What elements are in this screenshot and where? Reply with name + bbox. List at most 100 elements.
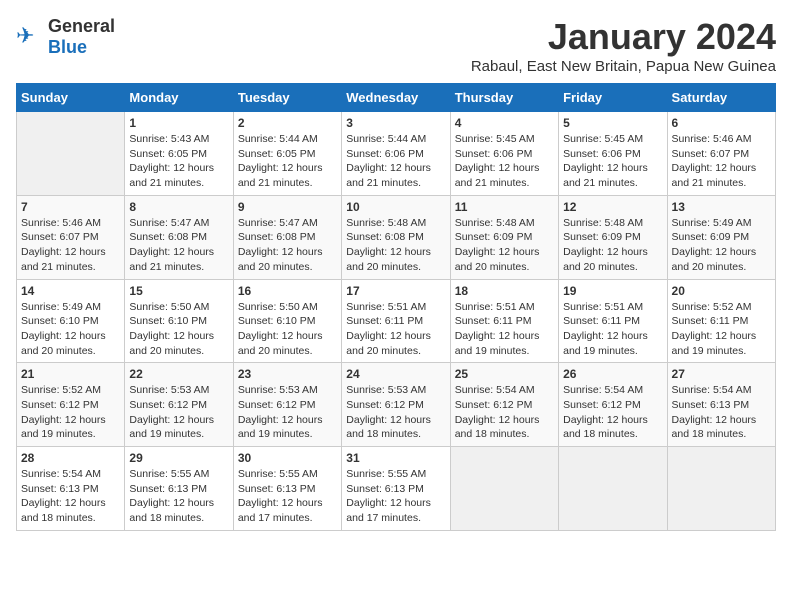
calendar-cell: 5 Sunrise: 5:45 AMSunset: 6:06 PMDayligh…: [559, 112, 667, 196]
cell-info: Sunrise: 5:49 AMSunset: 6:09 PMDaylight:…: [672, 216, 771, 275]
header: ✈ General Blue January 2024 Rabaul, East…: [16, 16, 776, 75]
calendar-cell: 7 Sunrise: 5:46 AMSunset: 6:07 PMDayligh…: [17, 195, 125, 279]
logo-blue: Blue: [48, 37, 87, 57]
calendar-cell: 4 Sunrise: 5:45 AMSunset: 6:06 PMDayligh…: [450, 112, 558, 196]
day-number: 2: [238, 116, 337, 130]
day-number: 5: [563, 116, 662, 130]
page-title: January 2024: [471, 16, 776, 58]
cell-info: Sunrise: 5:50 AMSunset: 6:10 PMDaylight:…: [129, 300, 228, 359]
day-number: 1: [129, 116, 228, 130]
day-number: 29: [129, 451, 228, 465]
calendar-cell: [559, 447, 667, 531]
calendar-cell: 1 Sunrise: 5:43 AMSunset: 6:05 PMDayligh…: [125, 112, 233, 196]
day-number: 31: [346, 451, 445, 465]
day-number: 7: [21, 200, 120, 214]
day-number: 13: [672, 200, 771, 214]
calendar-cell: 30 Sunrise: 5:55 AMSunset: 6:13 PMDaylig…: [233, 447, 341, 531]
day-number: 23: [238, 367, 337, 381]
calendar-week-1: 1 Sunrise: 5:43 AMSunset: 6:05 PMDayligh…: [17, 112, 776, 196]
day-number: 18: [455, 284, 554, 298]
header-row: SundayMondayTuesdayWednesdayThursdayFrid…: [17, 84, 776, 112]
cell-info: Sunrise: 5:54 AMSunset: 6:12 PMDaylight:…: [455, 383, 554, 442]
calendar-cell: [667, 447, 775, 531]
cell-info: Sunrise: 5:47 AMSunset: 6:08 PMDaylight:…: [238, 216, 337, 275]
calendar-cell: 13 Sunrise: 5:49 AMSunset: 6:09 PMDaylig…: [667, 195, 775, 279]
cell-info: Sunrise: 5:45 AMSunset: 6:06 PMDaylight:…: [563, 132, 662, 191]
calendar-cell: 12 Sunrise: 5:48 AMSunset: 6:09 PMDaylig…: [559, 195, 667, 279]
calendar-cell: 25 Sunrise: 5:54 AMSunset: 6:12 PMDaylig…: [450, 363, 558, 447]
calendar-week-5: 28 Sunrise: 5:54 AMSunset: 6:13 PMDaylig…: [17, 447, 776, 531]
cell-info: Sunrise: 5:55 AMSunset: 6:13 PMDaylight:…: [238, 467, 337, 526]
day-number: 11: [455, 200, 554, 214]
calendar-cell: 29 Sunrise: 5:55 AMSunset: 6:13 PMDaylig…: [125, 447, 233, 531]
header-cell-wednesday: Wednesday: [342, 84, 450, 112]
header-cell-thursday: Thursday: [450, 84, 558, 112]
calendar-cell: [450, 447, 558, 531]
day-number: 21: [21, 367, 120, 381]
calendar-week-4: 21 Sunrise: 5:52 AMSunset: 6:12 PMDaylig…: [17, 363, 776, 447]
day-number: 16: [238, 284, 337, 298]
calendar-cell: 18 Sunrise: 5:51 AMSunset: 6:11 PMDaylig…: [450, 279, 558, 363]
cell-info: Sunrise: 5:53 AMSunset: 6:12 PMDaylight:…: [346, 383, 445, 442]
day-number: 30: [238, 451, 337, 465]
cell-info: Sunrise: 5:48 AMSunset: 6:09 PMDaylight:…: [563, 216, 662, 275]
day-number: 6: [672, 116, 771, 130]
calendar-cell: 27 Sunrise: 5:54 AMSunset: 6:13 PMDaylig…: [667, 363, 775, 447]
cell-info: Sunrise: 5:44 AMSunset: 6:06 PMDaylight:…: [346, 132, 445, 191]
cell-info: Sunrise: 5:51 AMSunset: 6:11 PMDaylight:…: [455, 300, 554, 359]
cell-info: Sunrise: 5:51 AMSunset: 6:11 PMDaylight:…: [346, 300, 445, 359]
cell-info: Sunrise: 5:44 AMSunset: 6:05 PMDaylight:…: [238, 132, 337, 191]
cell-info: Sunrise: 5:48 AMSunset: 6:09 PMDaylight:…: [455, 216, 554, 275]
day-number: 9: [238, 200, 337, 214]
page-subtitle: Rabaul, East New Britain, Papua New Guin…: [471, 58, 776, 75]
calendar-cell: 21 Sunrise: 5:52 AMSunset: 6:12 PMDaylig…: [17, 363, 125, 447]
header-cell-sunday: Sunday: [17, 84, 125, 112]
calendar-cell: [17, 112, 125, 196]
header-cell-saturday: Saturday: [667, 84, 775, 112]
svg-text:✈: ✈: [16, 23, 34, 48]
calendar-cell: 3 Sunrise: 5:44 AMSunset: 6:06 PMDayligh…: [342, 112, 450, 196]
cell-info: Sunrise: 5:47 AMSunset: 6:08 PMDaylight:…: [129, 216, 228, 275]
cell-info: Sunrise: 5:51 AMSunset: 6:11 PMDaylight:…: [563, 300, 662, 359]
day-number: 26: [563, 367, 662, 381]
cell-info: Sunrise: 5:53 AMSunset: 6:12 PMDaylight:…: [129, 383, 228, 442]
calendar-week-3: 14 Sunrise: 5:49 AMSunset: 6:10 PMDaylig…: [17, 279, 776, 363]
logo-text: General Blue: [48, 16, 115, 58]
title-area: January 2024 Rabaul, East New Britain, P…: [471, 16, 776, 75]
calendar-cell: 2 Sunrise: 5:44 AMSunset: 6:05 PMDayligh…: [233, 112, 341, 196]
calendar-body: 1 Sunrise: 5:43 AMSunset: 6:05 PMDayligh…: [17, 112, 776, 531]
header-cell-tuesday: Tuesday: [233, 84, 341, 112]
day-number: 24: [346, 367, 445, 381]
cell-info: Sunrise: 5:46 AMSunset: 6:07 PMDaylight:…: [672, 132, 771, 191]
calendar-cell: 28 Sunrise: 5:54 AMSunset: 6:13 PMDaylig…: [17, 447, 125, 531]
day-number: 27: [672, 367, 771, 381]
day-number: 4: [455, 116, 554, 130]
calendar-cell: 17 Sunrise: 5:51 AMSunset: 6:11 PMDaylig…: [342, 279, 450, 363]
header-cell-monday: Monday: [125, 84, 233, 112]
calendar-cell: 10 Sunrise: 5:48 AMSunset: 6:08 PMDaylig…: [342, 195, 450, 279]
cell-info: Sunrise: 5:54 AMSunset: 6:13 PMDaylight:…: [21, 467, 120, 526]
cell-info: Sunrise: 5:49 AMSunset: 6:10 PMDaylight:…: [21, 300, 120, 359]
day-number: 22: [129, 367, 228, 381]
day-number: 3: [346, 116, 445, 130]
calendar-cell: 19 Sunrise: 5:51 AMSunset: 6:11 PMDaylig…: [559, 279, 667, 363]
logo-general: General: [48, 16, 115, 36]
cell-info: Sunrise: 5:52 AMSunset: 6:12 PMDaylight:…: [21, 383, 120, 442]
day-number: 20: [672, 284, 771, 298]
calendar-cell: 22 Sunrise: 5:53 AMSunset: 6:12 PMDaylig…: [125, 363, 233, 447]
cell-info: Sunrise: 5:54 AMSunset: 6:12 PMDaylight:…: [563, 383, 662, 442]
day-number: 12: [563, 200, 662, 214]
calendar-cell: 15 Sunrise: 5:50 AMSunset: 6:10 PMDaylig…: [125, 279, 233, 363]
header-cell-friday: Friday: [559, 84, 667, 112]
cell-info: Sunrise: 5:55 AMSunset: 6:13 PMDaylight:…: [129, 467, 228, 526]
logo-icon: ✈: [16, 23, 44, 51]
day-number: 14: [21, 284, 120, 298]
cell-info: Sunrise: 5:55 AMSunset: 6:13 PMDaylight:…: [346, 467, 445, 526]
calendar-table: SundayMondayTuesdayWednesdayThursdayFrid…: [16, 83, 776, 531]
calendar-cell: 24 Sunrise: 5:53 AMSunset: 6:12 PMDaylig…: [342, 363, 450, 447]
day-number: 19: [563, 284, 662, 298]
cell-info: Sunrise: 5:54 AMSunset: 6:13 PMDaylight:…: [672, 383, 771, 442]
day-number: 8: [129, 200, 228, 214]
day-number: 25: [455, 367, 554, 381]
cell-info: Sunrise: 5:43 AMSunset: 6:05 PMDaylight:…: [129, 132, 228, 191]
